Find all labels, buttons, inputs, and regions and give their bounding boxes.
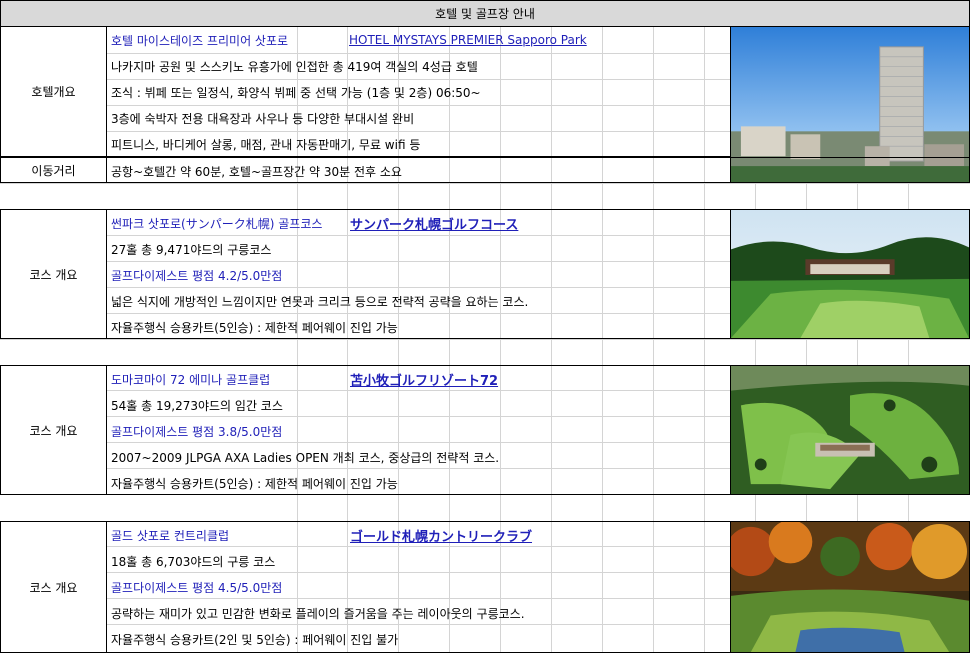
course-rating: 골프다이제스트 평점 3.8/5.0만점 (111, 424, 283, 439)
distance-row: 이동거리 공항~호텔간 약 60분, 호텔~골프장간 약 30분 전후 소요 (0, 157, 970, 183)
course-name-jp-link[interactable]: サンパーク札幌ゴルフコース (350, 214, 518, 233)
course-section-2: 코스 개요 도마코마이 72 에미나 골프클럽 苫小牧ゴルフリゾート72 54홀… (0, 365, 970, 495)
hotel-name-ko: 호텔 마이스테이즈 프리미어 삿포로 (111, 33, 289, 48)
course-holes: 27홀 총 9,471야드의 구릉코스 (111, 242, 272, 257)
course-photo-3 (730, 522, 969, 652)
course-name-ko: 썬파크 삿포로(サンパーク札幌) 골프코스 (111, 216, 323, 231)
course-description: 넓은 식지에 개방적인 느낌이지만 연못과 크리크 등으로 전략적 공략을 요하… (111, 294, 529, 309)
course-cart: 자율주행식 승용카트(5인승) : 제한적 페어웨이 진입 가능 (111, 476, 398, 491)
course-description: 공략하는 재미가 있고 민감한 변화로 플레이의 즐거움을 주는 레이아웃의 구… (111, 606, 525, 621)
course-name-jp-link[interactable]: ゴールド札幌カントリークラブ (350, 526, 532, 545)
course-section-3: 코스 개요 골드 삿포로 컨트리클럽 ゴールド札幌カントリークラブ 18홀 총 … (0, 521, 970, 653)
hotel-overview-label: 호텔개요 (1, 27, 107, 156)
course-description: 2007~2009 JLPGA AXA Ladies OPEN 개최 코스, 중… (111, 450, 500, 465)
hotel-line-3: 3층에 숙박자 전용 대욕장과 사우나 등 다양한 부대시설 완비 (111, 111, 415, 126)
course-cart: 자율주행식 승용카트(5인승) : 제한적 페어웨이 진입 가능 (111, 320, 398, 335)
hotel-line-2: 조식 : 뷔페 또는 일정식, 화양식 뷔페 중 선택 가능 (1층 및 2층)… (111, 85, 481, 100)
distance-label: 이동거리 (1, 158, 107, 182)
hotel-name-en-link[interactable]: HOTEL MYSTAYS PREMIER Sapporo Park (349, 33, 587, 47)
course-cart: 자율주행식 승용카트(2인 및 5인승) : 페어웨이 진입 불가 (111, 632, 399, 647)
course-section-1: 코스 개요 썬파크 삿포로(サンパーク札幌) 골프코스 サンパーク札幌ゴルフコー… (0, 209, 970, 339)
spreadsheet: 호텔 및 골프장 안내 호텔개요 호텔 마이스테이즈 프리미어 삿포로 HOTE… (0, 0, 970, 653)
distance-text: 공항~호텔간 약 60분, 호텔~골프장간 약 30분 전후 소요 (111, 164, 402, 179)
course-overview-label: 코스 개요 (1, 366, 107, 494)
course-overview-label: 코스 개요 (1, 210, 107, 338)
course-rating: 골프다이제스트 평점 4.5/5.0만점 (111, 580, 283, 595)
page-title: 호텔 및 골프장 안내 (0, 0, 970, 27)
hotel-name-row: 호텔 마이스테이즈 프리미어 삿포로 (107, 27, 288, 53)
hotel-line-4: 피트니스, 바디케어 살롱, 매점, 관내 자동판매기, 무료 wifi 등 (111, 137, 421, 152)
course-name-ko: 도마코마이 72 에미나 골프클럽 (111, 372, 271, 387)
course-holes: 18홀 총 6,703야드의 구릉 코스 (111, 554, 276, 569)
hotel-section: 호텔개요 호텔 마이스테이즈 프리미어 삿포로 HOTEL MYSTAYS PR… (0, 26, 970, 182)
course-name-jp-link[interactable]: 苫小牧ゴルフリゾート72 (350, 370, 498, 389)
course-overview-label: 코스 개요 (1, 522, 107, 652)
course-holes: 54홀 총 19,273야드의 임간 코스 (111, 398, 283, 413)
course-name-ko: 골드 삿포로 컨트리클럽 (111, 528, 230, 543)
course-photo-2 (730, 366, 969, 494)
course-photo-1 (730, 210, 969, 338)
hotel-line-1: 나카지마 공원 및 스스키노 유흥가에 인접한 총 419여 객실의 4성급 호… (111, 59, 478, 74)
course-rating: 골프다이제스트 평점 4.2/5.0만점 (111, 268, 283, 283)
